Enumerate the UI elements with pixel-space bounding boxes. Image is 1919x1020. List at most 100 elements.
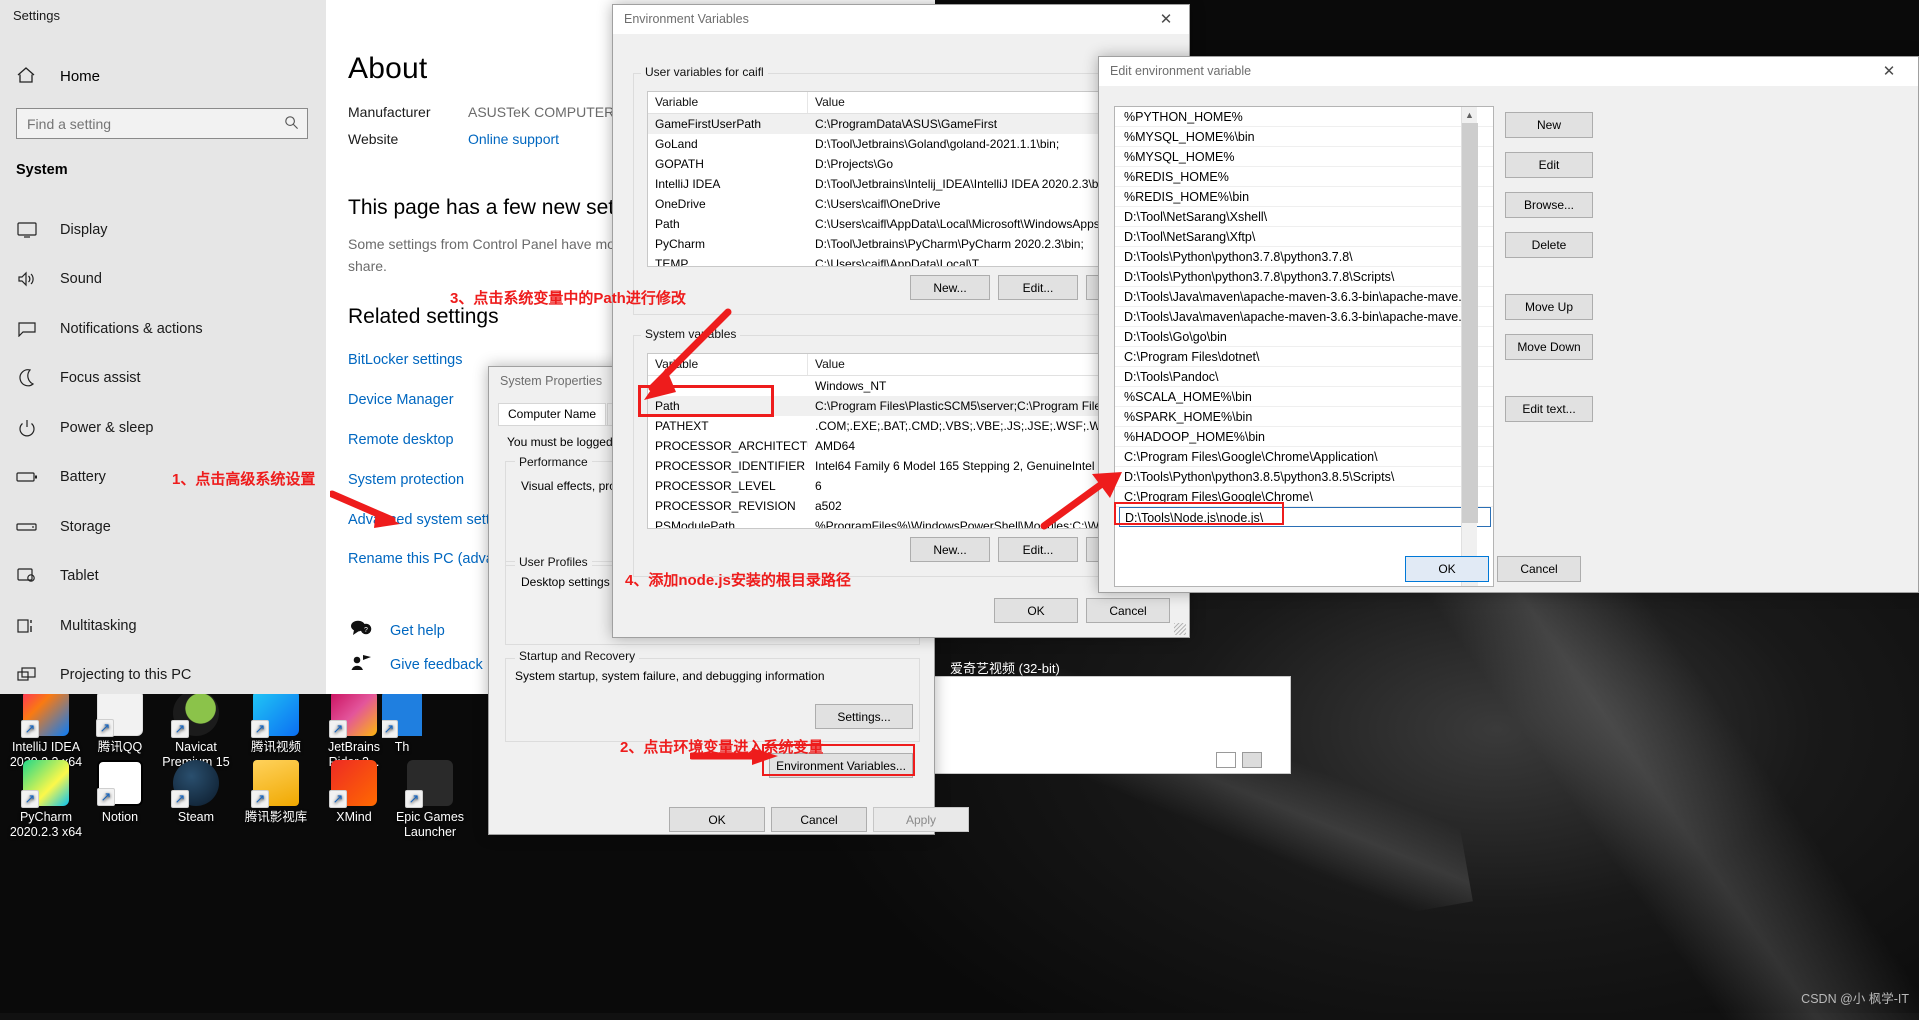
home-icon: [16, 66, 38, 87]
path-entry[interactable]: D:\Tools\Go\go\bin: [1115, 327, 1493, 347]
watermark: CSDN @小 枫学-IT: [1801, 992, 1909, 1006]
path-entry[interactable]: D:\Tools\Java\maven\apache-maven-3.6.3-b…: [1115, 307, 1493, 327]
sidebar-item-power-sleep[interactable]: Power & sleep: [16, 403, 316, 453]
path-edit-text-button[interactable]: Edit text...: [1505, 396, 1593, 422]
path-entry[interactable]: %SPARK_HOME%\bin: [1115, 407, 1493, 427]
path-list-scrollbar[interactable]: ▲ ▼: [1461, 107, 1478, 586]
user-variables-header: Variable Value: [648, 92, 1156, 114]
online-support-link[interactable]: Online support: [468, 131, 559, 147]
sidebar-item-display[interactable]: Display: [16, 205, 316, 255]
related-link-rename-pc[interactable]: Rename this PC (adva: [348, 551, 494, 567]
path-entry[interactable]: D:\Tools\Pandoc\: [1115, 367, 1493, 387]
path-entry[interactable]: D:\Tool\NetSarang\Xshell\: [1115, 207, 1493, 227]
shortcut-arrow-icon: ↗: [382, 720, 398, 738]
user-new-button[interactable]: New...: [910, 275, 990, 300]
footer-link-give-feedback[interactable]: Give feedback: [348, 653, 483, 676]
env-ok-button[interactable]: OK: [994, 598, 1078, 623]
explorer-view-tiles-icon[interactable]: [1242, 752, 1262, 768]
desktop-icon-epic-games[interactable]: ↗ Epic Games Launcher: [382, 760, 478, 840]
edit-env-cancel-button[interactable]: Cancel: [1497, 556, 1581, 582]
table-row[interactable]: PATHEXT .COM;.EXE;.BAT;.CMD;.VBS;.VBE;.J…: [648, 416, 1156, 436]
path-entry[interactable]: %SCALA_HOME%\bin: [1115, 387, 1493, 407]
table-row[interactable]: OneDrive C:\Users\caifl\OneDrive: [648, 194, 1156, 214]
path-entry[interactable]: D:\Tool\NetSarang\Xftp\: [1115, 227, 1493, 247]
search-box[interactable]: [16, 108, 308, 139]
env-cancel-button[interactable]: Cancel: [1086, 598, 1170, 623]
path-delete-button[interactable]: Delete: [1505, 232, 1593, 258]
sysprops-ok-button[interactable]: OK: [669, 807, 765, 832]
related-link-bitlocker[interactable]: BitLocker settings: [348, 352, 462, 368]
system-edit-button[interactable]: Edit...: [998, 537, 1078, 562]
sidebar-item-home[interactable]: Home: [16, 62, 100, 90]
table-row[interactable]: PyCharm D:\Tool\Jetbrains\PyCharm\PyChar…: [648, 234, 1156, 254]
xmind-icon: ↗: [329, 760, 377, 808]
system-new-button[interactable]: New...: [910, 537, 990, 562]
table-row[interactable]: TEMP C:\Users\caifl\AppData\Local\T: [648, 254, 1156, 266]
scroll-up-icon[interactable]: ▲: [1462, 107, 1477, 123]
path-edit-button[interactable]: Edit: [1505, 152, 1593, 178]
path-entry[interactable]: C:\Program Files\dotnet\: [1115, 347, 1493, 367]
table-row[interactable]: GoLand D:\Tool\Jetbrains\Goland\goland-2…: [648, 134, 1156, 154]
sidebar-item-projecting[interactable]: Projecting to this PC: [16, 651, 316, 695]
table-row[interactable]: GOPATH D:\Projects\Go: [648, 154, 1156, 174]
path-entry[interactable]: %PYTHON_HOME%: [1115, 107, 1493, 127]
user-variables-listview[interactable]: Variable Value GameFirstUserPath C:\Prog…: [647, 91, 1157, 267]
footer-link-label: Get help: [390, 622, 445, 639]
search-icon[interactable]: [284, 115, 299, 133]
path-new-button[interactable]: New: [1505, 112, 1593, 138]
jetbrains-rider-icon: ↗: [329, 690, 377, 738]
shortcut-arrow-icon: ↗: [21, 790, 39, 808]
resize-grip[interactable]: [1174, 623, 1186, 635]
sysprops-apply-button[interactable]: Apply: [873, 807, 969, 832]
path-entry[interactable]: C:\Program Files\Google\Chrome\Applicati…: [1115, 447, 1493, 467]
scrollbar-thumb[interactable]: [1462, 123, 1478, 523]
path-entry[interactable]: D:\Tools\Java\maven\apache-maven-3.6.3-b…: [1115, 287, 1493, 307]
path-move-down-button[interactable]: Move Down: [1505, 334, 1593, 360]
sidebar-item-storage[interactable]: Storage: [16, 502, 316, 552]
variable-name: GameFirstUserPath: [655, 117, 762, 131]
system-properties-title: System Properties: [500, 374, 603, 388]
video-label-iqiyi: 爱奇艺视频 (32-bit): [950, 661, 1060, 676]
related-link-system-protection[interactable]: System protection: [348, 472, 464, 488]
footer-link-get-help[interactable]: ? Get help: [348, 619, 445, 642]
tab-computer-name[interactable]: Computer Name: [498, 403, 607, 425]
path-entry[interactable]: D:\Tools\Python\python3.7.8\python3.7.8\: [1115, 247, 1493, 267]
close-icon[interactable]: ✕: [1143, 5, 1189, 35]
path-entry[interactable]: %MYSQL_HOME%\bin: [1115, 127, 1493, 147]
path-entry[interactable]: %MYSQL_HOME%: [1115, 147, 1493, 167]
path-move-up-button[interactable]: Move Up: [1505, 294, 1593, 320]
table-row[interactable]: IntelliJ IDEA D:\Tool\Jetbrains\Intelij_…: [648, 174, 1156, 194]
path-entry[interactable]: %HADOOP_HOME%\bin: [1115, 427, 1493, 447]
explorer-view-details-icon[interactable]: [1216, 752, 1236, 768]
related-link-device-manager[interactable]: Device Manager: [348, 392, 454, 408]
sidebar-item-focus-assist[interactable]: Focus assist: [16, 354, 316, 404]
sysprops-cancel-button[interactable]: Cancel: [771, 807, 867, 832]
svg-text:?: ?: [364, 627, 368, 634]
sidebar-item-label: Power & sleep: [60, 419, 154, 436]
search-input[interactable]: [25, 114, 284, 133]
path-browse-button[interactable]: Browse...: [1505, 192, 1593, 218]
sidebar-item-sound[interactable]: Sound: [16, 255, 316, 305]
sidebar-item-label: Sound: [60, 271, 102, 288]
related-link-remote-desktop[interactable]: Remote desktop: [348, 432, 454, 448]
sidebar-item-multitasking[interactable]: Multitasking: [16, 601, 316, 651]
moon-icon: [16, 369, 38, 387]
sidebar-item-notifications[interactable]: Notifications & actions: [16, 304, 316, 354]
tablet-icon: [16, 568, 38, 585]
close-icon[interactable]: ✕: [1866, 57, 1912, 87]
desktop-icon-thunder[interactable]: ↗ Th: [382, 690, 422, 755]
edit-env-ok-button[interactable]: OK: [1405, 556, 1489, 582]
path-entry[interactable]: %REDIS_HOME%: [1115, 167, 1493, 187]
table-row[interactable]: Path C:\Users\caifl\AppData\Local\Micros…: [648, 214, 1156, 234]
path-entry[interactable]: D:\Tools\Python\python3.8.5\python3.8.5\…: [1115, 467, 1493, 487]
user-edit-button[interactable]: Edit...: [998, 275, 1078, 300]
sidebar-item-tablet[interactable]: Tablet: [16, 552, 316, 602]
column-header-variable[interactable]: Variable: [648, 92, 808, 113]
table-row[interactable]: PROCESSOR_ARCHITECTU... AMD64: [648, 436, 1156, 456]
path-entry[interactable]: D:\Tools\Python\python3.7.8\python3.7.8\…: [1115, 267, 1493, 287]
path-entry[interactable]: %REDIS_HOME%\bin: [1115, 187, 1493, 207]
user-variables-group-label: User variables for caifl: [641, 65, 768, 79]
table-row[interactable]: GameFirstUserPath C:\ProgramData\ASUS\Ga…: [648, 114, 1156, 134]
startup-settings-button[interactable]: Settings...: [815, 704, 913, 729]
projecting-icon: [16, 667, 38, 683]
